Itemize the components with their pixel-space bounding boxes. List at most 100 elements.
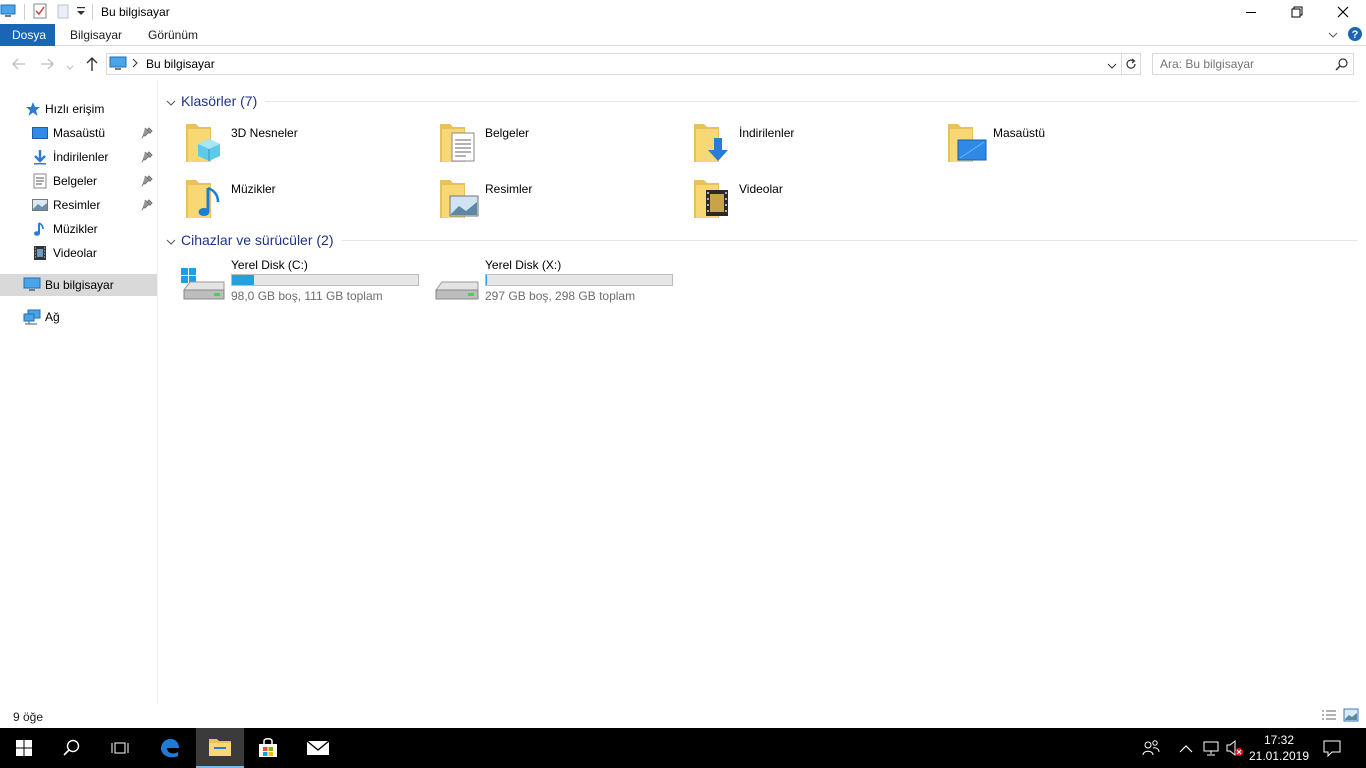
back-arrow-icon[interactable] — [11, 57, 27, 74]
refresh-icon — [1126, 58, 1136, 69]
maximize-button[interactable] — [1274, 0, 1320, 24]
drive-item-c[interactable]: Yerel Disk (C:) 98,0 GB boş, 111 GB topl… — [180, 258, 430, 306]
recent-locations-chevron-icon[interactable] — [66, 60, 74, 74]
properties-icon[interactable] — [33, 3, 47, 22]
edge-icon — [161, 738, 179, 758]
file-explorer-button[interactable] — [196, 728, 244, 768]
refresh-button[interactable] — [1122, 53, 1141, 75]
pictures-icon — [31, 196, 49, 214]
nav-label: Videolar — [53, 246, 97, 260]
address-bar[interactable]: Bu bilgisayar — [106, 53, 1122, 75]
tab-bilgisayar[interactable]: Bilgisayar — [60, 24, 132, 46]
nav-item-indirilenler[interactable]: İndirilenler — [0, 146, 157, 168]
folder-item[interactable]: Masaüstü — [946, 120, 1196, 170]
tab-dosya[interactable]: Dosya — [0, 24, 55, 46]
nav-label: Belgeler — [53, 174, 98, 188]
file-explorer-icon — [209, 739, 231, 756]
drive-usage-fill — [232, 275, 254, 285]
nav-item-belgeler[interactable]: Belgeler — [0, 170, 157, 192]
drive-item-x[interactable]: Yerel Disk (X:) 297 GB boş, 298 GB topla… — [434, 258, 684, 306]
group-header-drives[interactable]: Cihazlar ve sürücüler (2) — [164, 230, 1358, 250]
chevron-down-icon[interactable] — [166, 236, 176, 250]
folder-label: 3D Nesneler — [231, 126, 298, 140]
pin-icon[interactable] — [141, 151, 153, 163]
nav-item-masaustu[interactable]: Masaüstü — [0, 122, 157, 144]
divider — [341, 239, 1358, 241]
people-icon[interactable] — [1142, 739, 1160, 760]
up-arrow-icon[interactable] — [85, 56, 99, 75]
chevron-up-icon[interactable] — [1179, 743, 1193, 757]
nav-label: Ağ — [45, 310, 60, 324]
search-input[interactable] — [1153, 54, 1331, 74]
search-box[interactable] — [1152, 53, 1354, 75]
help-icon[interactable]: ? — [1347, 26, 1363, 45]
folder-item[interactable]: İndirilenler — [692, 120, 942, 170]
folder-item[interactable]: Resimler — [438, 176, 688, 226]
computer-icon — [0, 4, 16, 21]
minimize-button[interactable] — [1228, 0, 1274, 24]
network-status-icon[interactable] — [1202, 739, 1222, 760]
store-button[interactable] — [244, 728, 292, 768]
download-icon — [31, 148, 49, 166]
navigation-bar: Bu bilgisayar — [0, 47, 1366, 80]
nav-quick-access[interactable]: Hızlı erişim — [0, 98, 157, 120]
separator — [24, 4, 25, 20]
pin-icon[interactable] — [141, 175, 153, 187]
desktop-folder-icon — [946, 120, 988, 166]
nav-item-resimler[interactable]: Resimler — [0, 194, 157, 216]
search-button[interactable] — [48, 728, 96, 768]
volume-muted-icon[interactable] — [1225, 739, 1245, 760]
edge-button[interactable] — [146, 728, 194, 768]
nav-item-videolar[interactable]: Videolar — [0, 242, 157, 264]
group-header-folders[interactable]: Klasörler (7) — [164, 91, 1358, 111]
address-dropdown-icon[interactable] — [1107, 60, 1117, 74]
drive-space-info: 98,0 GB boş, 111 GB toplam — [231, 289, 383, 303]
drive-space-info: 297 GB boş, 298 GB toplam — [485, 289, 636, 303]
clock[interactable]: 17:32 21.01.2019 — [1246, 732, 1312, 764]
music-icon — [31, 220, 49, 238]
forward-arrow-icon[interactable] — [39, 57, 55, 74]
pin-icon[interactable] — [141, 127, 153, 139]
folder-item[interactable]: 3D Nesneler — [184, 120, 434, 170]
nav-network[interactable]: Ağ — [0, 306, 157, 328]
folder-item[interactable]: Müzikler — [184, 176, 434, 226]
folder-item[interactable]: Belgeler — [438, 120, 688, 170]
folder-label: Videolar — [739, 182, 783, 196]
nav-label: Bu bilgisayar — [45, 278, 114, 292]
music-folder-icon — [184, 176, 226, 222]
nav-this-pc[interactable]: Bu bilgisayar — [0, 274, 157, 296]
action-center-icon[interactable] — [1322, 739, 1342, 760]
new-folder-icon[interactable] — [57, 3, 69, 22]
large-icons-view-icon[interactable] — [1343, 708, 1359, 725]
divider — [265, 100, 1358, 102]
folder-label: Müzikler — [231, 182, 276, 196]
window-title: Bu bilgisayar — [101, 5, 170, 19]
search-icon — [63, 739, 80, 756]
nav-item-muzikler[interactable]: Müzikler — [0, 218, 157, 240]
mail-icon — [306, 740, 330, 755]
windows-logo-icon — [16, 740, 32, 756]
pin-icon[interactable] — [141, 199, 153, 211]
tab-gorunum[interactable]: Görünüm — [138, 24, 208, 46]
computer-icon — [109, 56, 127, 75]
status-bar: 9 öğe — [0, 704, 1366, 728]
drive-usage-bar — [231, 274, 419, 286]
start-button[interactable] — [0, 728, 48, 768]
drive-usage-fill — [486, 275, 487, 285]
mail-button[interactable] — [294, 728, 342, 768]
task-view-button[interactable] — [96, 728, 144, 768]
details-view-icon[interactable] — [1321, 709, 1337, 726]
search-icon[interactable] — [1335, 58, 1348, 74]
close-button[interactable] — [1320, 0, 1366, 24]
folder-item[interactable]: Videolar — [692, 176, 942, 226]
nav-label: Masaüstü — [53, 126, 106, 140]
expand-ribbon-icon[interactable] — [1327, 29, 1339, 43]
svg-text:?: ? — [1352, 29, 1359, 41]
breadcrumb[interactable]: Bu bilgisayar — [146, 57, 215, 71]
videos-folder-icon — [692, 176, 734, 222]
breadcrumb-separator-icon[interactable] — [131, 57, 139, 72]
pictures-folder-icon — [438, 176, 480, 222]
quick-access-dropdown-icon[interactable] — [76, 6, 86, 20]
taskbar: 17:32 21.01.2019 — [0, 728, 1366, 768]
chevron-down-icon[interactable] — [166, 97, 176, 111]
